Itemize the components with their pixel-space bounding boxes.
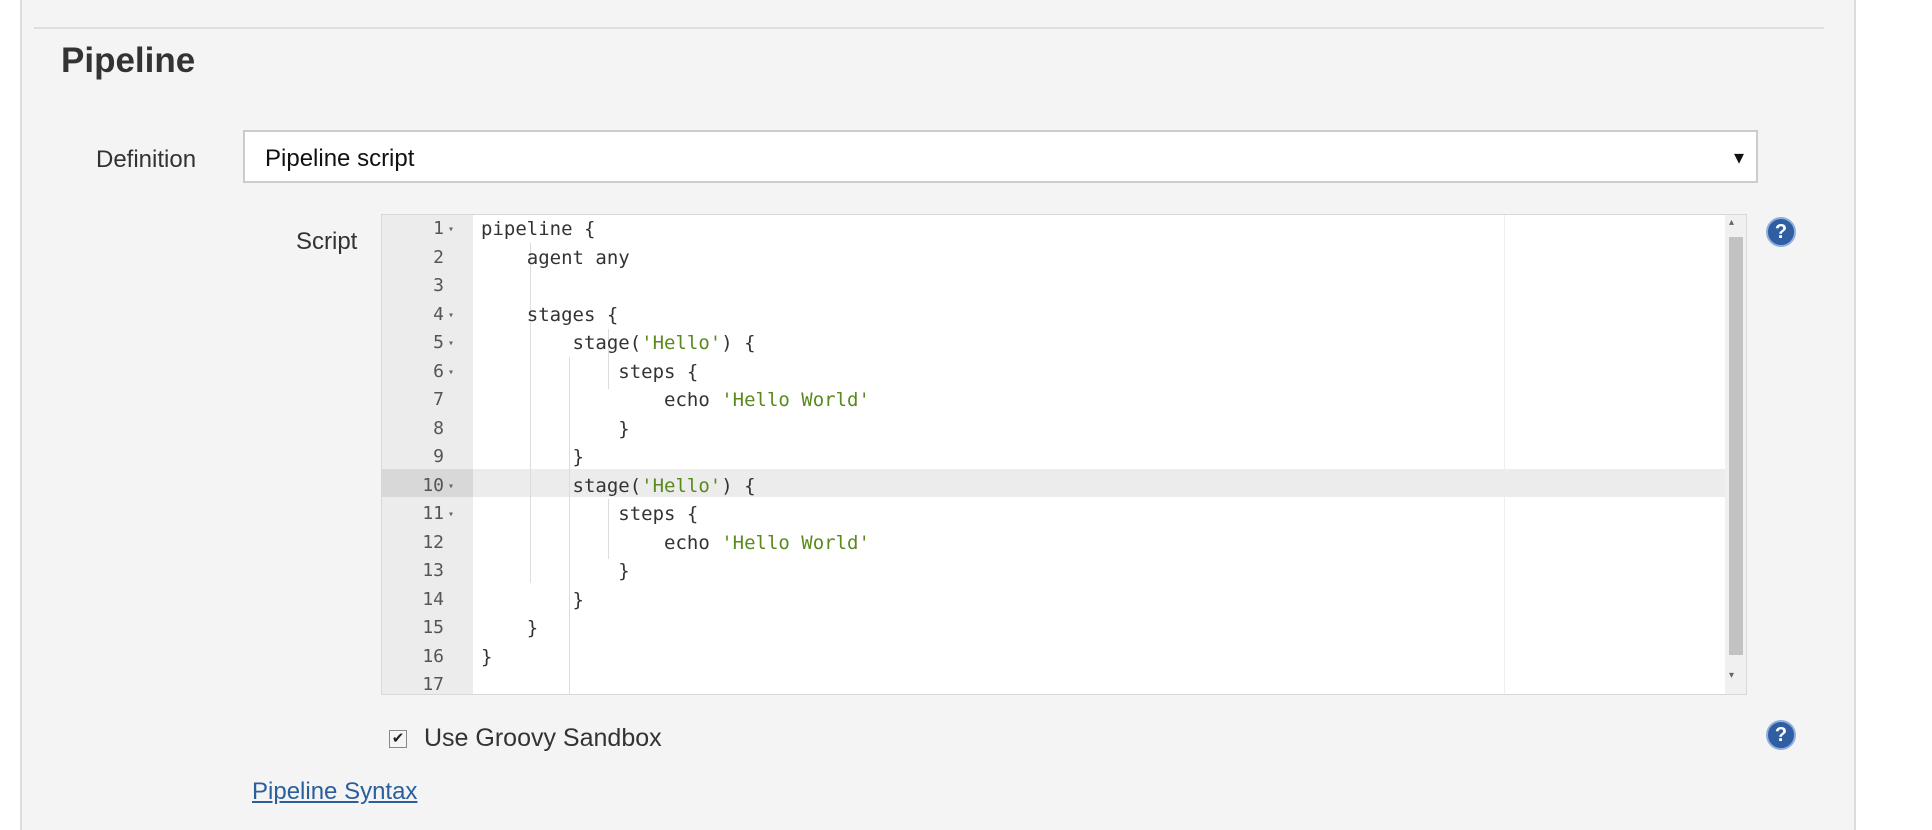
- code-line[interactable]: 6 ▾ steps {: [382, 358, 1727, 387]
- script-label: Script: [296, 228, 358, 255]
- code-token: agent any: [481, 246, 630, 269]
- code-text: }: [481, 586, 584, 615]
- code-text: }: [481, 443, 584, 472]
- pipeline-syntax-link[interactable]: Pipeline Syntax: [252, 778, 417, 806]
- code-token: stage(: [481, 332, 642, 354]
- code-line[interactable]: 17: [382, 671, 1727, 695]
- code-text: }: [481, 614, 538, 643]
- line-number: 17: [422, 674, 444, 695]
- code-line[interactable]: 9 }: [382, 443, 1727, 472]
- check-icon: ✔: [391, 730, 405, 747]
- scroll-down-icon[interactable]: ▾: [1729, 670, 1734, 681]
- fold-arrow-icon[interactable]: ▾: [448, 302, 454, 331]
- code-token: }: [481, 446, 584, 468]
- code-token: }: [481, 588, 584, 611]
- code-line[interactable]: 3: [382, 272, 1727, 301]
- scroll-thumb[interactable]: [1729, 237, 1743, 655]
- line-number: 9: [433, 446, 444, 467]
- line-number: 13: [422, 560, 444, 581]
- code-text: stage('Hello') {: [481, 329, 756, 358]
- code-text: steps {: [481, 500, 698, 529]
- line-number: 6: [433, 360, 444, 382]
- code-line[interactable]: 5 ▾ stage('Hello') {: [382, 329, 1727, 358]
- code-text: }: [481, 557, 630, 586]
- fold-arrow-icon[interactable]: ▾: [448, 473, 454, 502]
- code-token: stage(: [481, 474, 642, 497]
- line-number: 12: [422, 531, 444, 553]
- code-text: echo 'Hello World': [481, 386, 870, 415]
- code-text: echo 'Hello World': [481, 529, 870, 558]
- section-title: Pipeline: [61, 41, 196, 80]
- line-number: 2: [433, 246, 444, 268]
- string-literal: 'Hello': [641, 474, 722, 497]
- code-line[interactable]: 8 }: [382, 415, 1727, 444]
- code-line[interactable]: 15 }: [382, 614, 1727, 643]
- line-number: 5: [433, 332, 444, 353]
- code-line[interactable]: 1 ▾ pipeline {: [382, 215, 1727, 244]
- string-literal: 'Hello': [641, 332, 722, 354]
- code-line[interactable]: 4 ▾ stages {: [382, 301, 1727, 330]
- line-number: 11: [422, 503, 444, 524]
- help-icon[interactable]: ?: [1766, 720, 1796, 750]
- code-line[interactable]: 2 agent any: [382, 244, 1727, 273]
- code-line[interactable]: 13 }: [382, 557, 1727, 586]
- code-token: pipeline {: [481, 218, 596, 240]
- line-number: 15: [422, 617, 444, 638]
- line-number: 4: [433, 303, 444, 325]
- code-token: steps {: [481, 360, 699, 383]
- code-token: }: [481, 417, 630, 440]
- code-token: ) {: [721, 474, 756, 497]
- code-line[interactable]: 7 echo 'Hello World': [382, 386, 1727, 415]
- code-text: stages {: [481, 301, 619, 330]
- script-editor[interactable]: 1 ▾ pipeline {2 agent any 3 4 ▾ stages {5 ▾ st…: [381, 214, 1747, 695]
- definition-label: Definition: [96, 146, 197, 173]
- line-number: 1: [433, 218, 444, 239]
- line-number: 8: [433, 417, 444, 439]
- definition-selected-value: Pipeline script: [265, 145, 415, 172]
- line-number: 14: [422, 588, 444, 610]
- definition-select[interactable]: Pipeline script ▾: [243, 130, 1758, 183]
- section-divider: [34, 27, 1824, 29]
- code-lines[interactable]: 1 ▾ pipeline {2 agent any 3 4 ▾ stages {5 ▾ st…: [382, 215, 1727, 695]
- code-token: }: [481, 645, 493, 668]
- chevron-down-icon: ▾: [1733, 147, 1744, 169]
- code-line[interactable]: 10 ▾ stage('Hello') {: [382, 472, 1727, 501]
- scroll-up-icon[interactable]: ▴: [1729, 217, 1734, 228]
- groovy-sandbox-checkbox[interactable]: ✔: [389, 730, 407, 748]
- fold-arrow-icon[interactable]: ▾: [448, 359, 454, 388]
- code-token: }: [481, 617, 539, 639]
- code-line[interactable]: 12 echo 'Hello World': [382, 529, 1727, 558]
- code-token: }: [481, 560, 630, 582]
- code-token: stages {: [481, 303, 619, 326]
- code-text: agent any: [481, 244, 630, 273]
- code-line[interactable]: 14 }: [382, 586, 1727, 615]
- fold-arrow-icon[interactable]: ▾: [448, 216, 454, 245]
- code-line[interactable]: 11 ▾ steps {: [382, 500, 1727, 529]
- editor-scrollbar[interactable]: ▴ ▾: [1725, 215, 1746, 694]
- line-number: 7: [433, 389, 444, 410]
- string-literal: 'Hello World': [721, 389, 870, 411]
- code-text: pipeline {: [481, 215, 595, 244]
- line-number: 10: [422, 474, 444, 496]
- code-token: echo: [481, 531, 722, 554]
- code-text: steps {: [481, 358, 698, 387]
- code-text: }: [481, 415, 630, 444]
- fold-arrow-icon[interactable]: ▾: [448, 330, 454, 359]
- code-token: ) {: [721, 332, 756, 354]
- line-number: 3: [433, 275, 444, 296]
- code-text: }: [481, 643, 492, 672]
- code-text: stage('Hello') {: [481, 472, 756, 501]
- groovy-sandbox-label: Use Groovy Sandbox: [424, 724, 662, 752]
- code-line[interactable]: 16}: [382, 643, 1727, 672]
- line-number: 16: [422, 645, 444, 667]
- code-token: echo: [481, 389, 722, 411]
- help-icon[interactable]: ?: [1766, 217, 1796, 247]
- code-token: steps {: [481, 503, 699, 525]
- fold-arrow-icon[interactable]: ▾: [448, 501, 454, 530]
- string-literal: 'Hello World': [721, 531, 870, 554]
